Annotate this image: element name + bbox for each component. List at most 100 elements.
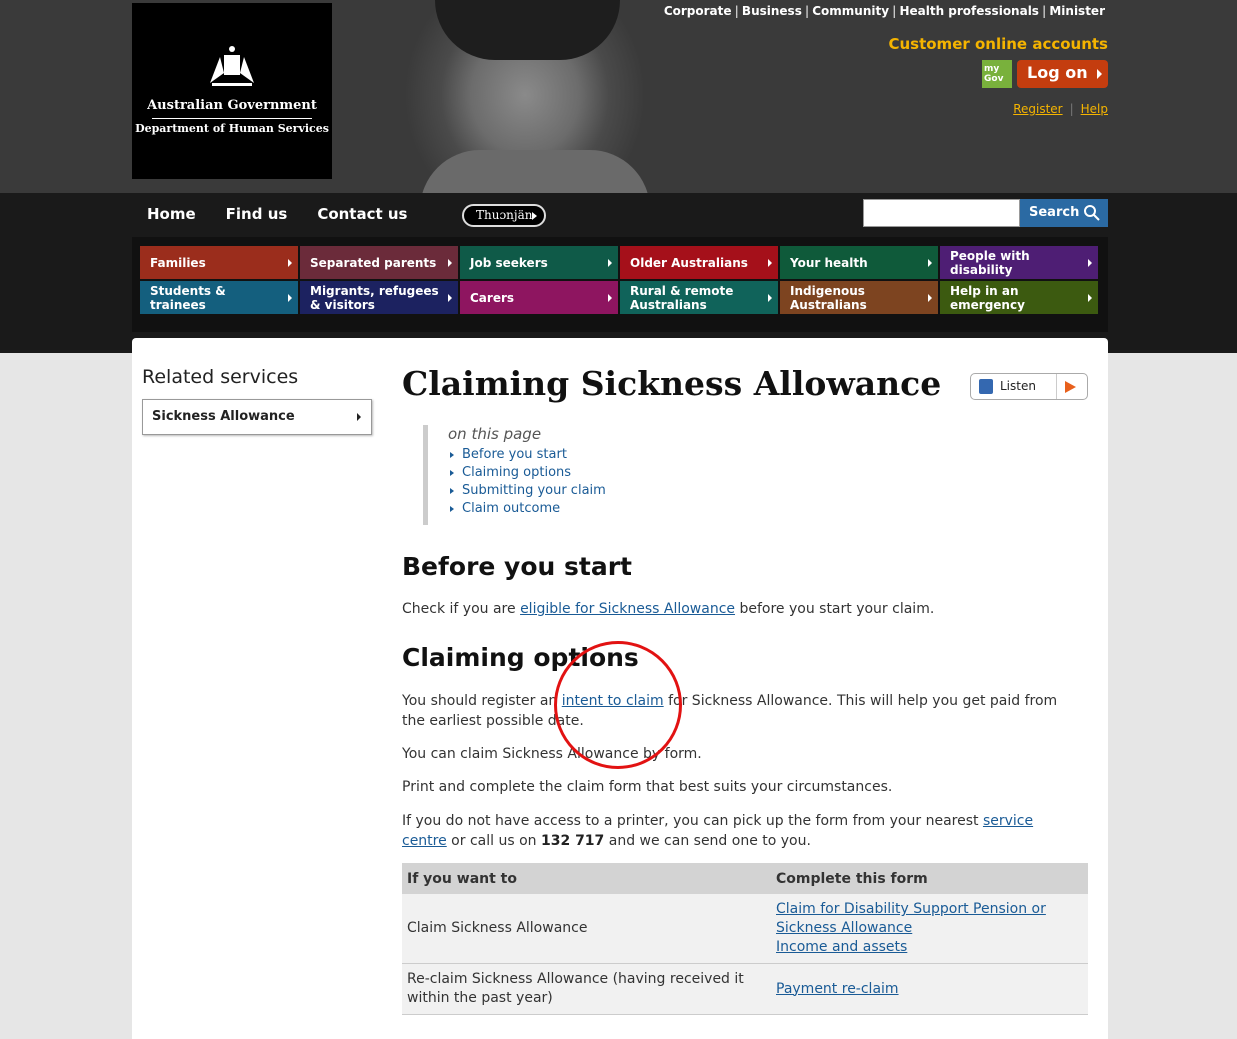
forms-table: If you want to Complete this form Claim … xyxy=(402,863,1088,1015)
arrow-right-icon xyxy=(288,294,292,302)
page-title: Claiming Sickness Allowance xyxy=(402,364,942,403)
play-icon xyxy=(1065,381,1076,393)
before-you-start-heading: Before you start xyxy=(402,552,633,581)
nav-home[interactable]: Home xyxy=(147,205,196,223)
category-indigenous[interactable]: Indigenous Australians xyxy=(780,281,938,314)
table-cell: Payment re-claim xyxy=(771,963,1088,1015)
site-header: Australian Government Department of Huma… xyxy=(0,0,1237,193)
main-nav: Home Find us Contact us xyxy=(147,205,408,223)
language-button[interactable]: Thuɔnjän xyxy=(462,204,546,227)
search-icon xyxy=(1084,205,1100,221)
text-segment: You should register an xyxy=(402,693,562,709)
intent-to-claim-link[interactable]: intent to claim xyxy=(562,693,664,709)
category-migrants[interactable]: Migrants, refugees & visitors xyxy=(300,281,458,314)
log-on-button[interactable]: Log on xyxy=(1017,60,1108,88)
help-link[interactable]: Help xyxy=(1081,102,1108,116)
top-link-corporate[interactable]: Corporate xyxy=(661,4,735,18)
header-photo xyxy=(340,0,860,193)
category-label: Rural & remote Australians xyxy=(630,283,734,312)
toc-link-claiming-options[interactable]: Claiming options xyxy=(448,464,723,482)
toc-link-before-you-start[interactable]: Before you start xyxy=(448,446,723,464)
category-families[interactable]: Families xyxy=(140,246,298,279)
listen-label: Listen xyxy=(1000,379,1036,393)
related-services-heading: Related services xyxy=(142,366,299,388)
nav-bar: Home Find us Contact us Thuɔnjän Search … xyxy=(0,193,1237,353)
search-button[interactable]: Search xyxy=(1020,199,1108,227)
register-help-links: Register | Help xyxy=(1013,102,1108,116)
category-rural-remote[interactable]: Rural & remote Australians xyxy=(620,281,778,314)
top-link-minister[interactable]: Minister xyxy=(1046,4,1108,18)
related-service-label: Sickness Allowance xyxy=(152,409,295,424)
category-separated-parents[interactable]: Separated parents xyxy=(300,246,458,279)
text-segment: or call us on xyxy=(446,833,541,849)
content-panel: Related services Sickness Allowance Clai… xyxy=(132,338,1108,1039)
top-link-community[interactable]: Community xyxy=(809,4,892,18)
category-label: Separated parents xyxy=(310,255,437,270)
claim-by-form-text: You can claim Sickness Allowance by form… xyxy=(402,746,702,762)
arrow-right-icon xyxy=(448,294,452,302)
category-label: Indigenous Australians xyxy=(790,283,867,312)
arrow-right-icon xyxy=(928,294,932,302)
category-your-health[interactable]: Your health xyxy=(780,246,938,279)
search-input[interactable] xyxy=(863,199,1020,227)
category-label: Carers xyxy=(470,290,515,305)
text-segment: Check if you are xyxy=(402,601,521,617)
logo-line-1: Australian Government xyxy=(147,98,317,113)
category-job-seekers[interactable]: Job seekers xyxy=(460,246,618,279)
toc-link-claim-outcome[interactable]: Claim outcome xyxy=(448,500,723,518)
category-label: Families xyxy=(150,255,206,270)
arrow-right-icon xyxy=(768,259,772,267)
top-link-business[interactable]: Business xyxy=(739,4,805,18)
arrow-right-icon xyxy=(608,294,612,302)
arrow-right-icon xyxy=(1088,294,1092,302)
arrow-right-icon xyxy=(357,413,361,421)
table-header: If you want to xyxy=(402,863,771,894)
listen-button[interactable]: Listen xyxy=(970,373,1088,400)
category-carers[interactable]: Carers xyxy=(460,281,618,314)
category-older-australians[interactable]: Older Australians xyxy=(620,246,778,279)
category-people-with-disability[interactable]: People with disability xyxy=(940,246,1098,279)
payment-reclaim-link[interactable]: Payment re-claim xyxy=(776,981,899,997)
category-label: Your health xyxy=(790,255,868,270)
nav-contact-us[interactable]: Contact us xyxy=(317,205,407,223)
arrow-right-icon xyxy=(608,259,612,267)
category-label: Job seekers xyxy=(470,255,548,270)
arrow-right-icon xyxy=(768,294,772,302)
category-label: Older Australians xyxy=(630,255,748,270)
related-service-sickness-allowance[interactable]: Sickness Allowance xyxy=(142,399,372,435)
intent-to-claim-text: You should register an intent to claim f… xyxy=(402,691,1082,731)
before-you-start-text: Check if you are eligible for Sickness A… xyxy=(402,599,1082,619)
print-form-text: Print and complete the claim form that b… xyxy=(402,779,893,795)
category-students-trainees[interactable]: Students & trainees xyxy=(140,281,298,314)
category-label: Migrants, refugees & visitors xyxy=(310,283,439,312)
toc-link-submitting-claim[interactable]: Submitting your claim xyxy=(448,482,723,500)
disability-sickness-claim-link[interactable]: Claim for Disability Support Pension or … xyxy=(776,901,1046,936)
on-this-page: on this page Before you start Claiming o… xyxy=(423,425,723,525)
arrow-right-icon xyxy=(532,212,537,220)
search-label: Search xyxy=(1029,205,1080,220)
customer-accounts-heading: Customer online accounts xyxy=(888,35,1108,53)
register-link[interactable]: Register xyxy=(1013,102,1062,116)
top-link-health-professionals[interactable]: Health professionals xyxy=(896,4,1042,18)
coat-of-arms-icon xyxy=(210,46,254,86)
language-label: Thuɔnjän xyxy=(476,208,533,222)
mygov-logo[interactable]: my Gov xyxy=(982,60,1012,88)
logo-line-2: Department of Human Services xyxy=(135,122,329,135)
category-emergency[interactable]: Help in an emergency xyxy=(940,281,1098,314)
category-label: People with disability xyxy=(950,248,1030,277)
printer-access-text: If you do not have access to a printer, … xyxy=(402,811,1082,851)
text-segment: If you do not have access to a printer, … xyxy=(402,813,983,829)
category-menu: Families Separated parents Job seekers O… xyxy=(132,237,1108,332)
text-segment: before you start your claim. xyxy=(735,601,935,617)
log-on-label: Log on xyxy=(1027,63,1088,82)
nav-find-us[interactable]: Find us xyxy=(226,205,288,223)
mygov-line-2: Gov xyxy=(984,74,1004,84)
arrow-right-icon xyxy=(448,259,452,267)
arrow-right-icon xyxy=(1097,69,1102,79)
income-assets-link[interactable]: Income and assets xyxy=(776,939,907,955)
category-label: Students & trainees xyxy=(150,283,226,312)
government-logo[interactable]: Australian Government Department of Huma… xyxy=(132,3,332,179)
eligible-link[interactable]: eligible for Sickness Allowance xyxy=(520,601,735,617)
mygov-line-1: my xyxy=(984,64,1000,74)
table-row: Re-claim Sickness Allowance (having rece… xyxy=(402,963,1088,1015)
